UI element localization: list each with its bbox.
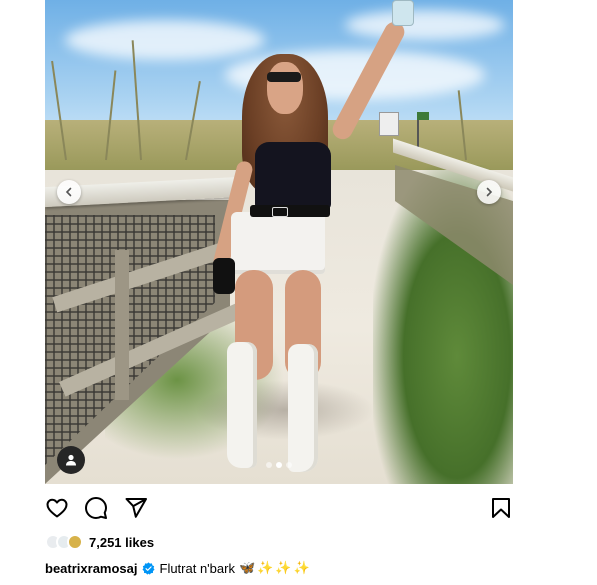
- boot-left: [227, 342, 257, 468]
- likes-count[interactable]: 7,251 likes: [89, 535, 154, 550]
- carousel-dot: [286, 462, 292, 468]
- post-actions: [45, 496, 513, 522]
- caption: beatrixramosaj Flutrat n'bark 🦋 ✨ ✨ ✨: [45, 558, 312, 578]
- like-button[interactable]: [45, 496, 69, 520]
- verified-badge-icon: [141, 561, 155, 575]
- boot-right: [288, 344, 318, 472]
- carousel-dot: [276, 462, 282, 468]
- caption-text: Flutrat n'bark: [159, 560, 235, 576]
- paper-plane-icon: [125, 498, 147, 518]
- cloud: [65, 20, 265, 60]
- face: [267, 62, 303, 114]
- tagged-users-button[interactable]: [57, 446, 85, 474]
- carousel-prev-button[interactable]: [57, 180, 81, 204]
- person-icon: [66, 454, 76, 466]
- flag: [417, 112, 429, 120]
- beach-sign: [379, 112, 399, 136]
- sparkles-emoji: ✨: [275, 560, 292, 575]
- carousel-dots: [45, 462, 513, 468]
- likes-row[interactable]: 7,251 likes: [45, 532, 154, 552]
- sparkles-emoji: ✨: [293, 560, 310, 575]
- comment-icon: [85, 497, 107, 519]
- bookmark-icon: [492, 498, 510, 518]
- comment-button[interactable]: [84, 496, 108, 520]
- railing-post: [115, 250, 129, 400]
- belt: [250, 205, 330, 217]
- shadow: [195, 380, 375, 440]
- username-link[interactable]: beatrixramosaj: [45, 561, 138, 576]
- black-tank-top: [255, 142, 331, 210]
- save-button[interactable]: [489, 496, 513, 520]
- share-button[interactable]: [124, 496, 148, 520]
- heart-icon: [46, 498, 68, 518]
- chevron-left-icon: [65, 187, 72, 197]
- water-bottle: [392, 0, 414, 26]
- cloud: [345, 10, 505, 40]
- carousel-next-button[interactable]: [477, 180, 501, 204]
- sunglasses: [267, 72, 301, 82]
- butterfly-emoji: 🦋: [238, 560, 256, 575]
- post-image[interactable]: [45, 0, 513, 484]
- carousel-dot: [266, 462, 272, 468]
- liker-avatar: [67, 534, 83, 550]
- chevron-right-icon: [486, 187, 493, 197]
- white-shorts: [231, 212, 325, 274]
- sparkles-emoji: ✨: [257, 560, 274, 575]
- handbag: [213, 258, 235, 294]
